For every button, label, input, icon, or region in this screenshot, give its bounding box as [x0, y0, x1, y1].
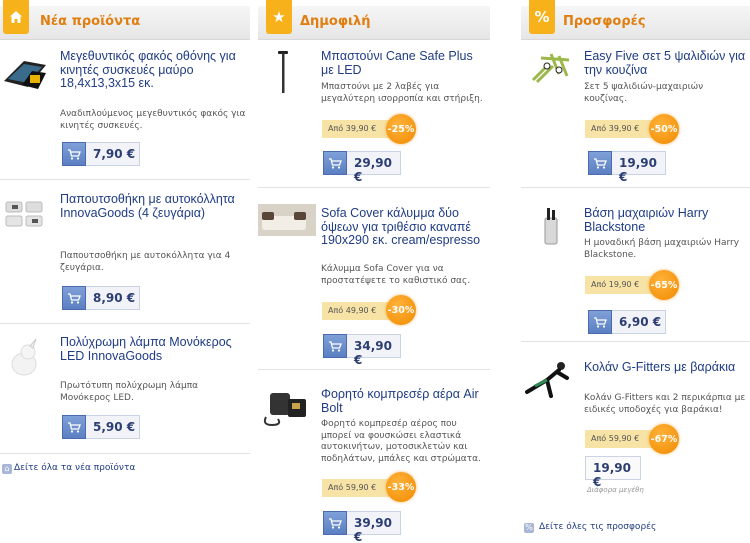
price-box[interactable]: 39,90 €: [323, 511, 401, 543]
product-price: 5,90 €: [93, 420, 136, 434]
price-box[interactable]: 19,90 €: [585, 456, 641, 489]
product-description: Σετ 5 ψαλιδιών-μαχαιριών κουζίνας.: [584, 82, 704, 104]
star-icon: ★: [266, 0, 292, 34]
discount-badge: -25%: [386, 114, 416, 144]
product-image[interactable]: [2, 196, 52, 246]
price-box[interactable]: 6,90 €: [588, 310, 666, 334]
percent-icon: %: [524, 523, 534, 533]
see-all-offers-link[interactable]: Δείτε όλες τις προσφορές: [539, 522, 656, 532]
popular-header: ★ Δημοφιλή: [258, 0, 490, 40]
product-image[interactable]: [260, 48, 310, 98]
product-title[interactable]: Παπουτσοθήκη με αυτοκόλλητα InnovaGoods …: [60, 192, 246, 220]
cart-icon[interactable]: [588, 310, 612, 334]
discount-badge: -33%: [386, 472, 416, 502]
offers-header: % Προσφορές: [521, 0, 750, 40]
product-price: 39,90 €: [354, 516, 392, 543]
sizes-note: Διάφορα μεγέθη: [587, 486, 644, 494]
product-item[interactable]: Κολάν G-Fitters με βαράκια Κολάν G-Fitte…: [521, 358, 750, 508]
product-price: 8,90 €: [93, 291, 136, 305]
new-products-column: Νέα προϊόντα Μεγεθυντικός φακός οθόνης γ…: [0, 0, 250, 543]
cart-icon[interactable]: [323, 151, 347, 175]
product-description: Μπαστούνι με 2 λαβές για μεγαλύτερη ισορ…: [321, 82, 483, 104]
product-item[interactable]: Sofa Cover κάλυμμα δύο όψεων για τριθέσι…: [258, 204, 490, 370]
product-image[interactable]: [521, 360, 571, 410]
product-price: 19,90 €: [619, 156, 657, 184]
old-price: Από 19,90 €: [585, 276, 655, 294]
product-item[interactable]: Μεγεθυντικός φακός οθόνης για κινητές συ…: [0, 48, 250, 180]
home-icon: [3, 0, 29, 34]
old-price: Από 39,90 €: [322, 120, 392, 138]
see-all-new-link[interactable]: Δείτε όλα τα νέα προϊόντα: [14, 463, 135, 473]
product-title[interactable]: Φορητό κομπρεσέρ αέρα Air Bolt: [321, 387, 486, 415]
product-price: 34,90 €: [354, 339, 392, 367]
product-image[interactable]: [2, 338, 52, 388]
product-item[interactable]: Φορητό κομπρεσέρ αέρα Air Bolt Φορητό κο…: [258, 386, 490, 543]
cart-icon[interactable]: [588, 151, 612, 175]
cart-icon[interactable]: [323, 511, 347, 535]
cart-icon[interactable]: [62, 142, 86, 166]
cart-icon[interactable]: [323, 334, 347, 358]
product-description: Κάλυμμα Sofa Cover για να προστατέψετε τ…: [321, 264, 471, 286]
product-item[interactable]: Easy Five σετ 5 ψαλιδιών για την κουζίνα…: [521, 48, 750, 188]
offers-title: Προσφορές: [563, 14, 646, 29]
offers-column: % Προσφορές Easy Five σετ 5 ψαλιδιών για…: [521, 0, 750, 543]
old-price: Από 59,90 €: [322, 479, 392, 497]
old-price: Από 59,90 €: [585, 430, 655, 448]
popular-title: Δημοφιλή: [300, 14, 371, 29]
discount-badge: -65%: [649, 270, 679, 300]
price-box[interactable]: 19,90 €: [588, 151, 666, 184]
product-description: Παπουτσοθήκη με αυτοκόλλητα για 4 ζευγάρ…: [60, 251, 231, 273]
price-box[interactable]: 7,90 €: [62, 142, 140, 166]
popular-column: ★ Δημοφιλή Μπαστούνι Cane Safe Plus με L…: [258, 0, 490, 543]
percent-icon: %: [529, 0, 555, 34]
product-description: Πρωτότυπη πολύχρωμη λάμπα Μονόκερος LED.: [60, 381, 199, 403]
product-image[interactable]: [529, 50, 579, 100]
discount-badge: -67%: [649, 424, 679, 454]
product-description: Κολάν G-Fitters και 2 περικάρπια με ειδι…: [584, 393, 746, 415]
old-price: Από 49,90 €: [322, 302, 392, 320]
product-price: 6,90 €: [619, 315, 662, 329]
product-title[interactable]: Easy Five σετ 5 ψαλιδιών για την κουζίνα: [584, 49, 746, 77]
cart-icon[interactable]: [62, 415, 86, 439]
product-title[interactable]: Βάση μαχαιριών Harry Blackstone: [584, 206, 746, 234]
home-icon: ⌂: [2, 464, 12, 474]
old-price: Από 39,90 €: [585, 120, 655, 138]
product-title[interactable]: Sofa Cover κάλυμμα δύο όψεων για τριθέσι…: [321, 206, 486, 248]
product-image[interactable]: [258, 204, 316, 254]
product-title[interactable]: Μπαστούνι Cane Safe Plus με LED: [321, 49, 486, 77]
product-item[interactable]: Παπουτσοθήκη με αυτοκόλλητα InnovaGoods …: [0, 192, 250, 324]
cart-icon[interactable]: [62, 286, 86, 310]
new-products-title: Νέα προϊόντα: [40, 14, 141, 29]
product-image[interactable]: [2, 51, 52, 101]
product-description: Φορητό κομπρεσέρ αέρος που μπορεί να φου…: [321, 419, 481, 464]
product-image[interactable]: [260, 389, 314, 439]
discount-badge: -50%: [649, 114, 679, 144]
price-box[interactable]: 29,90 €: [323, 151, 401, 184]
product-title[interactable]: Κολάν G-Fitters με βαράκια: [584, 360, 746, 375]
product-image[interactable]: [531, 206, 581, 256]
discount-badge: -30%: [386, 295, 416, 325]
price-box[interactable]: 8,90 €: [62, 286, 140, 310]
product-price: 7,90 €: [93, 147, 136, 161]
product-title[interactable]: Πολύχρωμη λάμπα Μονόκερος LED InnovaGood…: [60, 335, 246, 363]
product-price: 29,90 €: [354, 156, 392, 184]
product-description: Η μοναδική βάση μαχαιριών Harry Blacksto…: [584, 238, 740, 260]
price-box[interactable]: 5,90 €: [62, 415, 140, 439]
product-description: Αναδιπλούμενος μεγεθυντικός φακός για κι…: [60, 109, 246, 131]
product-price: 19,90 €: [593, 461, 631, 489]
product-title[interactable]: Μεγεθυντικός φακός οθόνης για κινητές συ…: [60, 49, 246, 91]
product-item[interactable]: Μπαστούνι Cane Safe Plus με LED Μπαστούν…: [258, 48, 490, 188]
new-products-header: Νέα προϊόντα: [0, 0, 250, 40]
price-box[interactable]: 34,90 €: [323, 334, 401, 367]
product-item[interactable]: Βάση μαχαιριών Harry Blackstone Η μοναδι…: [521, 204, 750, 342]
product-item[interactable]: Πολύχρωμη λάμπα Μονόκερος LED InnovaGood…: [0, 335, 250, 454]
